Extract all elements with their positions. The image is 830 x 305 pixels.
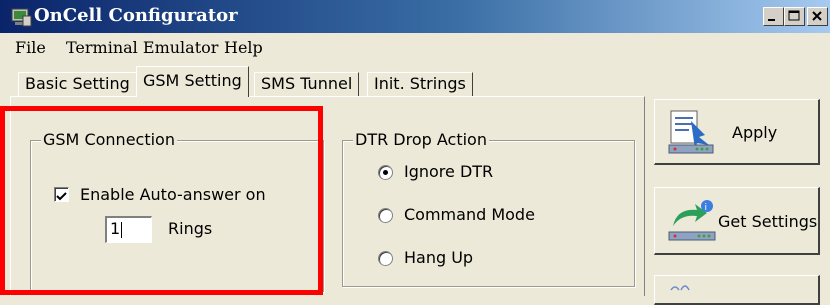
tab-init-strings[interactable]: Init. Strings [367, 72, 473, 96]
menu-file[interactable]: File [15, 38, 46, 57]
svg-text:i: i [705, 203, 708, 213]
menu-terminal-emulator[interactable]: Terminal Emulator [66, 38, 218, 57]
signal-icon [670, 285, 690, 291]
tab-sms-tunnel[interactable]: SMS Tunnel [254, 72, 360, 96]
get-settings-label: Get Settings [718, 212, 818, 231]
maximize-button[interactable] [784, 7, 805, 26]
radio-selected-dot [383, 170, 388, 175]
close-icon [812, 11, 822, 21]
ignore-dtr-label: Ignore DTR [404, 162, 494, 181]
configurator-app-icon [11, 8, 32, 27]
hang-up-label: Hang Up [404, 248, 474, 267]
get-settings-icon: i [668, 200, 716, 241]
dtr-drop-action-title: DTR Drop Action [353, 130, 489, 150]
get-settings-button[interactable]: i Get Settings [654, 187, 820, 255]
radio-hang-up[interactable] [378, 251, 393, 266]
tab-strip: Basic Setting GSM Setting SMS Tunnel Ini… [0, 66, 650, 97]
window-title: OnCell Configurator [34, 5, 238, 26]
menu-help[interactable]: Help [224, 38, 263, 57]
partial-button[interactable] [654, 275, 820, 305]
tab-gsm-setting[interactable]: GSM Setting [136, 66, 249, 97]
menu-bar: File Terminal Emulator Help [0, 35, 830, 61]
maximize-icon [788, 10, 800, 21]
minimize-icon [768, 19, 775, 21]
apply-button[interactable]: Apply [654, 99, 820, 165]
minimize-button[interactable] [763, 7, 784, 26]
radio-command-mode[interactable] [378, 208, 393, 223]
highlight-box [0, 106, 323, 295]
radio-ignore-dtr[interactable] [378, 165, 393, 180]
apply-label: Apply [732, 123, 778, 142]
title-bar: OnCell Configurator [0, 0, 830, 33]
close-button[interactable] [807, 7, 828, 26]
tab-basic-setting[interactable]: Basic Setting [18, 72, 137, 96]
apply-icon [668, 110, 714, 154]
command-mode-label: Command Mode [404, 205, 535, 224]
